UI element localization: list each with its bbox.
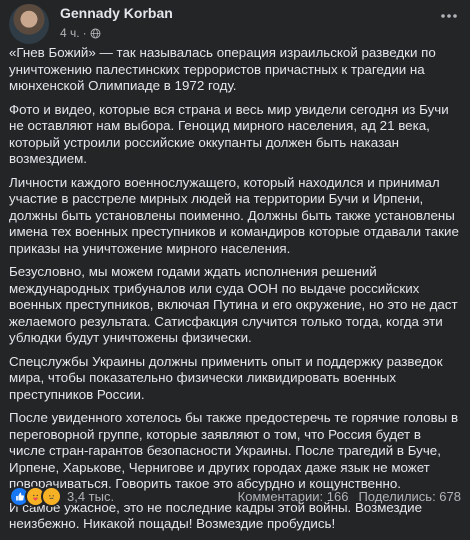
comments-count[interactable]: Комментарии: 166 <box>238 489 349 504</box>
post-paragraph: Личности каждого военнослужащего, которы… <box>9 174 459 256</box>
more-options-button[interactable] <box>437 4 461 28</box>
post-paragraph: Спецслужбы Украины должны применить опыт… <box>9 353 443 402</box>
post-paragraph: Безусловно, мы можем годами ждать исполн… <box>9 264 458 345</box>
avatar[interactable] <box>9 4 49 44</box>
post-time[interactable]: 4 ч. <box>60 26 80 40</box>
reactions-summary[interactable]: 3,4 тыс. <box>9 485 114 507</box>
more-dots-icon <box>441 14 457 18</box>
post-stats: Комментарии: 166 Поделились: 678 <box>238 489 461 504</box>
reaction-count[interactable]: 3,4 тыс. <box>67 489 114 504</box>
post-meta: 4 ч. · <box>60 26 101 40</box>
globe-icon[interactable] <box>90 28 101 39</box>
post-paragraph: «Гнев Божий» — так называлась операция и… <box>9 45 436 93</box>
post-header: Gennady Korban 4 ч. · <box>9 2 461 44</box>
post-footer: 3,4 тыс. Комментарии: 166 Поделились: 67… <box>9 485 461 507</box>
post-paragraph: После увиденного хотелось бы также предо… <box>9 410 459 491</box>
shares-count[interactable]: Поделились: 678 <box>358 489 461 504</box>
post-body: «Гнев Божий» — так называлась операция и… <box>9 45 459 540</box>
sad-icon <box>41 485 62 507</box>
post-paragraph: Фото и видео, которые вся страна и весь … <box>9 101 449 167</box>
separator-dot: · <box>82 26 87 40</box>
facebook-post: Gennady Korban 4 ч. · «Гнев Божий» — так… <box>0 0 470 531</box>
author-name[interactable]: Gennady Korban <box>60 5 173 21</box>
